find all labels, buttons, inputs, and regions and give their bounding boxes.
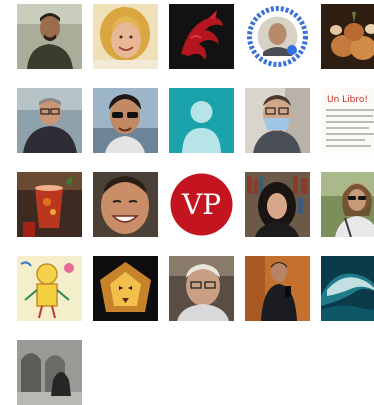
avatar-man-face-mask[interactable] [245, 88, 310, 153]
avatar-image [93, 256, 158, 321]
avatar-handwritten-note[interactable]: Un Libro! [321, 88, 374, 153]
avatar-image [321, 4, 374, 69]
avatar-image [321, 172, 374, 237]
avatar-image: VP [169, 172, 234, 237]
avatar-vp-logo[interactable]: VP [169, 172, 234, 237]
avatar-woman-cloister-black-white[interactable] [17, 340, 82, 405]
avatar-image [17, 172, 82, 237]
avatar-image [245, 172, 310, 237]
avatar-image [17, 4, 82, 69]
avatar-image: Un Libro! [321, 88, 374, 153]
avatar-man-laughing-closeup[interactable] [93, 172, 158, 237]
avatar-man-white-hair-glasses[interactable] [169, 256, 234, 321]
avatar-lion-illustration[interactable] [93, 256, 158, 321]
avatar-image [17, 340, 82, 405]
avatar-woman-sunglasses-outdoor[interactable] [321, 172, 374, 237]
avatar-man-sunglasses-seaside[interactable] [93, 88, 158, 153]
avatar-image [17, 256, 82, 321]
avatar-qr-code-portrait[interactable] [245, 4, 310, 69]
avatar-image [17, 88, 82, 153]
avatar-onions-still-life[interactable] [321, 4, 374, 69]
avatar-image [245, 256, 310, 321]
avatar-man-mirror-selfie[interactable] [245, 256, 310, 321]
avatar-image [245, 4, 310, 69]
avatar-image [321, 256, 374, 321]
avatar-image [169, 88, 234, 153]
vp-logo-text: VP [181, 188, 221, 221]
avatar-image [169, 256, 234, 321]
avatar-image [245, 88, 310, 153]
avatar-default-placeholder[interactable] [169, 88, 234, 153]
avatar-red-dragon-art[interactable] [169, 4, 234, 69]
avatar-man-dark-shirt-outdoor[interactable] [17, 4, 82, 69]
avatar-image [93, 88, 158, 153]
avatar-image [169, 4, 234, 69]
avatar-ocean-wave[interactable] [321, 256, 374, 321]
note-title: Un Libro! [327, 95, 368, 105]
avatar-man-glasses-dark-shirt[interactable] [17, 88, 82, 153]
avatar-image [93, 4, 158, 69]
avatar-blonde-woman-smiling[interactable] [93, 4, 158, 69]
avatar-woman-dark-hair-bookshelf[interactable] [245, 172, 310, 237]
avatar-red-drink-glass[interactable] [17, 172, 82, 237]
avatar-image [93, 172, 158, 237]
avatar-child-drawing-yellow-figure[interactable] [17, 256, 82, 321]
